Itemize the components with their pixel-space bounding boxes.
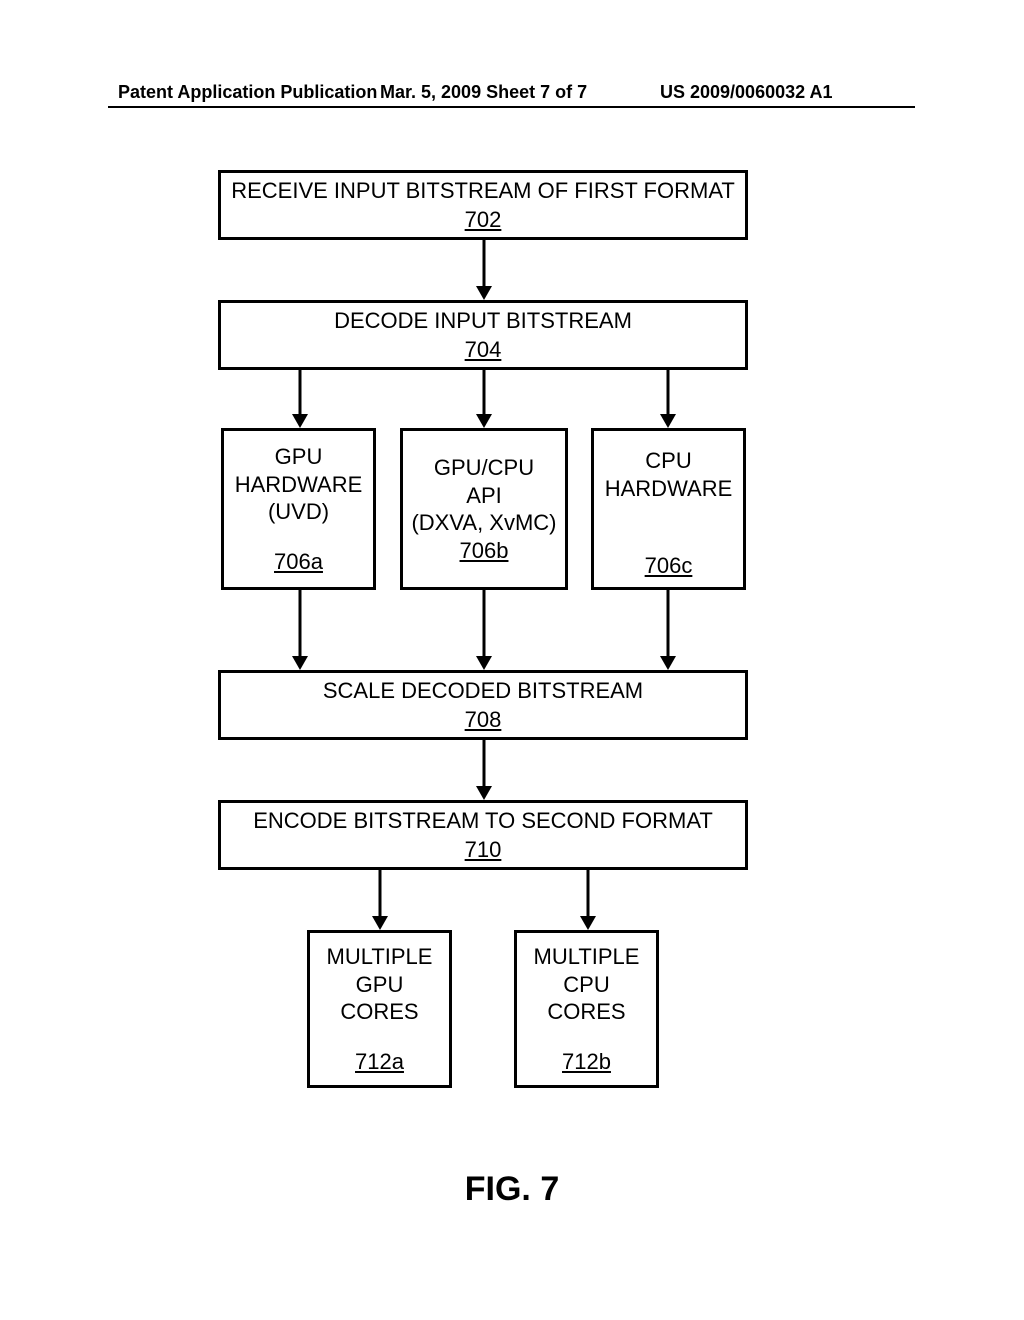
- box-706c-l2: HARDWARE: [605, 475, 733, 503]
- box-712a-l1: MULTIPLE: [327, 943, 433, 971]
- box-706a-ref: 706a: [274, 548, 323, 576]
- box-712a-ref: 712a: [355, 1048, 404, 1076]
- box-712a-l2: GPU: [356, 971, 404, 999]
- box-712a: MULTIPLE GPU CORES 712a: [307, 930, 452, 1088]
- box-708: SCALE DECODED BITSTREAM 708: [218, 670, 748, 740]
- box-704: DECODE INPUT BITSTREAM 704: [218, 300, 748, 370]
- figure-label: FIG. 7: [0, 1170, 1024, 1209]
- header-center: Mar. 5, 2009 Sheet 7 of 7: [380, 82, 587, 103]
- arrow-706b-708: [481, 590, 487, 670]
- arrow-704-706c: [665, 370, 671, 428]
- header-right: US 2009/0060032 A1: [660, 82, 832, 103]
- box-710-ref: 710: [465, 836, 502, 864]
- box-712b-l2: CPU: [563, 971, 609, 999]
- box-706a: GPU HARDWARE (UVD) 706a: [221, 428, 376, 590]
- box-702: RECEIVE INPUT BITSTREAM OF FIRST FORMAT …: [218, 170, 748, 240]
- box-706b: GPU/CPU API (DXVA, XvMC) 706b: [400, 428, 568, 590]
- box-712b: MULTIPLE CPU CORES 712b: [514, 930, 659, 1088]
- box-712b-ref: 712b: [562, 1048, 611, 1076]
- box-708-text: SCALE DECODED BITSTREAM: [323, 677, 643, 705]
- arrow-710-712a: [377, 870, 383, 930]
- header-rule: [108, 106, 915, 108]
- box-706b-l2: API: [466, 482, 501, 510]
- box-712b-l3: CORES: [547, 998, 625, 1026]
- box-706a-l1: GPU: [275, 443, 323, 471]
- arrow-706c-708: [665, 590, 671, 670]
- box-712b-l1: MULTIPLE: [534, 943, 640, 971]
- arrow-710-712b: [585, 870, 591, 930]
- arrow-704-706b: [481, 370, 487, 428]
- box-706b-l3: (DXVA, XvMC): [411, 509, 556, 537]
- box-704-text: DECODE INPUT BITSTREAM: [334, 307, 632, 335]
- arrow-702-704: [481, 240, 487, 300]
- arrow-704-706a: [297, 370, 303, 428]
- box-706c-l1: CPU: [645, 447, 691, 475]
- box-710: ENCODE BITSTREAM TO SECOND FORMAT 710: [218, 800, 748, 870]
- box-712a-l3: CORES: [340, 998, 418, 1026]
- box-706c-ref: 706c: [645, 552, 693, 580]
- box-706a-l2: HARDWARE: [235, 471, 363, 499]
- box-710-text: ENCODE BITSTREAM TO SECOND FORMAT: [253, 807, 713, 835]
- header-left: Patent Application Publication: [118, 82, 377, 103]
- box-708-ref: 708: [465, 706, 502, 734]
- box-706c: CPU HARDWARE 706c: [591, 428, 746, 590]
- box-706a-l3: (UVD): [268, 498, 329, 526]
- box-704-ref: 704: [465, 336, 502, 364]
- arrow-708-710: [481, 740, 487, 800]
- box-702-ref: 702: [465, 206, 502, 234]
- arrow-706a-708: [297, 590, 303, 670]
- box-702-text: RECEIVE INPUT BITSTREAM OF FIRST FORMAT: [231, 177, 735, 205]
- box-706b-ref: 706b: [460, 537, 509, 565]
- box-706b-l1: GPU/CPU: [434, 454, 534, 482]
